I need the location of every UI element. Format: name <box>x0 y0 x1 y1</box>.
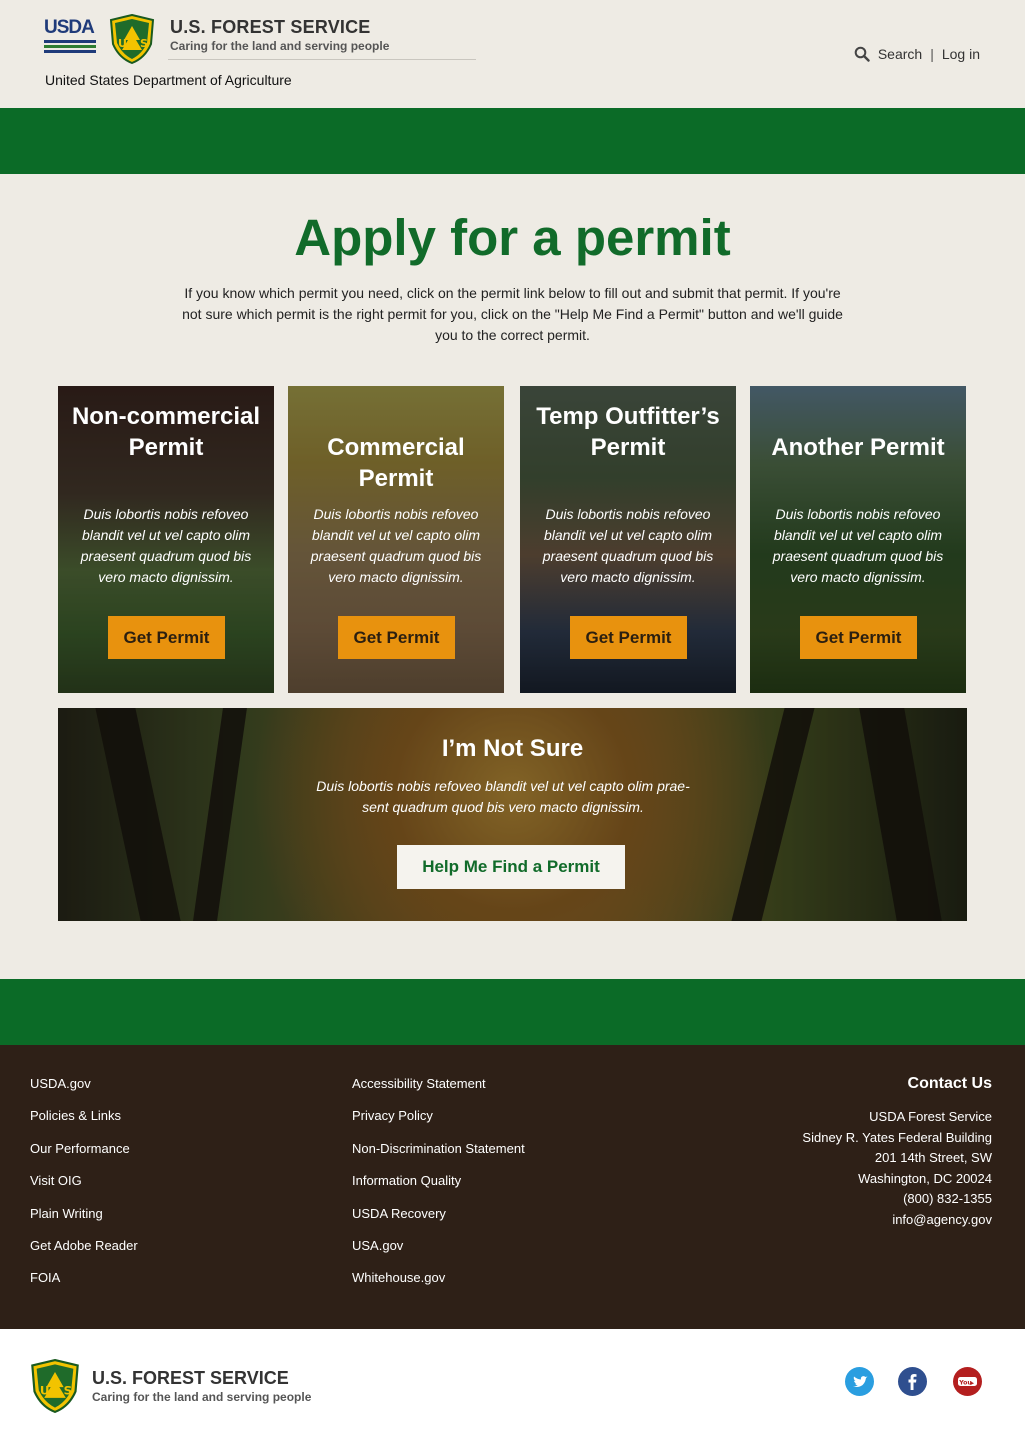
usda-logo-text: USDA <box>44 17 95 38</box>
svg-text:U: U <box>118 37 127 50</box>
footer-link[interactable]: Policies & Links <box>30 1109 138 1141</box>
site-header: USDA U S U.S. FOREST SERVICE Caring for … <box>0 0 1025 108</box>
top-green-band <box>0 108 1025 174</box>
contact-line: USDA Forest Service <box>869 1109 992 1124</box>
card-title: Another Permit <box>771 434 945 461</box>
footer-link[interactable]: Accessibility Statement <box>352 1076 525 1109</box>
not-sure-description: Duis lobortis nobis refoveo blandit vel … <box>316 778 690 815</box>
usda-logo[interactable]: USDA <box>44 18 96 58</box>
contact-block: Contact Us USDA Forest Service Sidney R.… <box>802 1075 992 1230</box>
card-description: Duis lobortis nobis refoveo blandit vel … <box>80 506 252 585</box>
page-title: Apply for a permit <box>294 209 731 266</box>
contact-email[interactable]: info@agency.gov <box>802 1210 992 1231</box>
svg-text:S: S <box>64 1384 73 1398</box>
site-footer: USDA.gov Policies & Links Our Performanc… <box>0 1045 1025 1329</box>
card-description: Duis lobortis nobis refoveo blandit vel … <box>542 506 714 585</box>
permit-card-temp-outfitter: Temp Outfitter’s Permit Duis lobortis no… <box>520 386 736 693</box>
footer-link[interactable]: USDA Recovery <box>352 1206 525 1239</box>
card-description: Duis lobortis nobis refoveo blandit vel … <box>772 506 944 585</box>
search-link[interactable]: Search <box>878 46 922 62</box>
utility-nav: Search | Log in <box>854 46 980 62</box>
permit-card-another: Another Permit Duis lobortis nobis refov… <box>750 386 966 693</box>
bottom-bar: U S U.S. FOREST SERVICE Caring for the l… <box>0 1329 1025 1439</box>
footer-link[interactable]: Information Quality <box>352 1174 525 1206</box>
contact-heading: Contact Us <box>907 1075 992 1092</box>
department-name: United States Department of Agriculture <box>45 72 292 88</box>
card-title: Commercial Permit <box>327 434 465 492</box>
get-permit-button[interactable]: Get Permit <box>108 616 225 659</box>
get-permit-button[interactable]: Get Permit <box>800 616 917 659</box>
help-me-find-permit-button[interactable]: Help Me Find a Permit <box>397 845 625 889</box>
permit-card-commercial: Commercial Permit Duis lobortis nobis re… <box>288 386 504 693</box>
footer-link[interactable]: USDA.gov <box>30 1076 138 1109</box>
twitter-icon[interactable] <box>845 1367 874 1396</box>
get-permit-button[interactable]: Get Permit <box>338 616 455 659</box>
footer-link[interactable]: Plain Writing <box>30 1206 138 1239</box>
forest-service-shield-icon[interactable]: U S <box>30 1358 80 1414</box>
svg-text:U: U <box>40 1384 50 1398</box>
header-divider <box>168 59 476 60</box>
card-description: Duis lobortis nobis refoveo blandit vel … <box>310 506 482 585</box>
footer-agency-tagline: Caring for the land and serving people <box>92 1390 312 1404</box>
footer-link[interactable]: USA.gov <box>352 1238 525 1271</box>
facebook-icon[interactable] <box>898 1367 927 1396</box>
agency-title: U.S. FOREST SERVICE <box>170 17 371 37</box>
svg-text:S: S <box>140 37 148 50</box>
footer-link[interactable]: Non-Discrimination Statement <box>352 1141 525 1174</box>
footer-links-col1: USDA.gov Policies & Links Our Performanc… <box>30 1076 138 1304</box>
card-title: Temp Outfitter’s Permit <box>536 403 720 461</box>
not-sure-banner: I’m Not Sure Duis lobortis nobis refoveo… <box>58 708 967 921</box>
footer-link[interactable]: Whitehouse.gov <box>352 1271 525 1303</box>
not-sure-title: I’m Not Sure <box>441 735 584 762</box>
footer-agency-title: U.S. FOREST SERVICE <box>92 1368 289 1388</box>
footer-link[interactable]: FOIA <box>30 1271 138 1303</box>
contact-phone[interactable]: (800) 832-1355 <box>802 1189 992 1210</box>
youtube-icon[interactable]: You ▶ <box>953 1367 982 1396</box>
contact-line: Sidney R. Yates Federal Building <box>802 1129 992 1145</box>
agency-tagline: Caring for the land and serving people <box>170 39 390 53</box>
contact-line: 201 14th Street, SW <box>874 1150 992 1165</box>
footer-link[interactable]: Our Performance <box>30 1141 138 1174</box>
svg-text:▶: ▶ <box>970 1380 974 1386</box>
footer-links-col2: Accessibility Statement Privacy Policy N… <box>352 1076 525 1304</box>
get-permit-button[interactable]: Get Permit <box>570 616 687 659</box>
search-icon[interactable] <box>854 46 870 62</box>
footer-link[interactable]: Get Adobe Reader <box>30 1238 138 1271</box>
card-title: Non-commercial Permit <box>71 403 261 461</box>
footer-link[interactable]: Visit OIG <box>30 1174 138 1206</box>
nav-separator: | <box>930 46 934 62</box>
bottom-green-band <box>0 979 1025 1045</box>
login-link[interactable]: Log in <box>942 46 980 62</box>
permit-card-noncommercial: Non-commercial Permit Duis lobortis nobi… <box>58 386 274 693</box>
contact-line: Washington, DC 20024 <box>858 1170 992 1186</box>
footer-link[interactable]: Privacy Policy <box>352 1109 525 1141</box>
forest-service-shield-icon[interactable]: U S <box>109 13 155 65</box>
intro-text: If you know which permit you need, click… <box>182 285 843 343</box>
